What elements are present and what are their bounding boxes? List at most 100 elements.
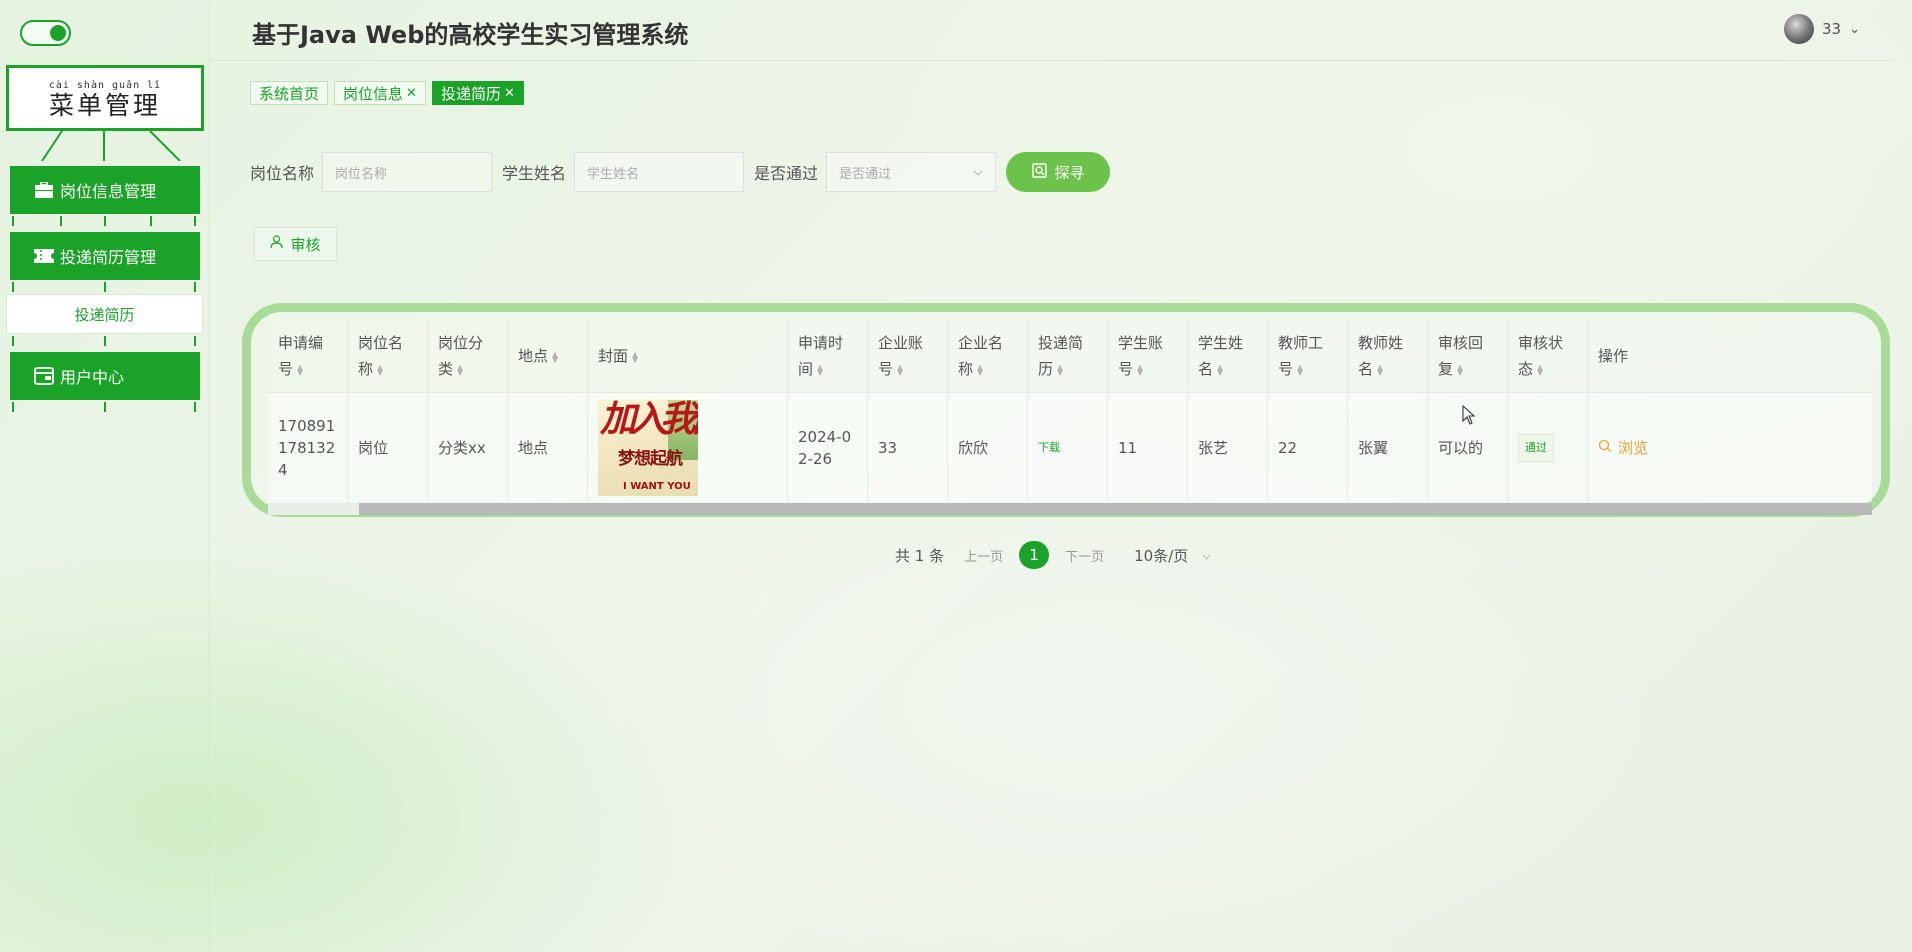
column-header[interactable]: 教师工号 ▲ ▼ [1268,320,1348,392]
menu-divider-ticks [10,402,200,414]
sidebar-item-user-center[interactable]: 用户中心 [10,352,200,400]
column-header[interactable]: 封面 ▲ ▼ [588,320,788,392]
view-button-label: 浏览 [1618,438,1649,457]
cover-image[interactable]: 加入我们 梦想起航 I WANT YOU [598,399,698,496]
close-icon[interactable]: ✕ [504,86,515,101]
column-header[interactable]: 岗位分类 ▲ ▼ [428,320,508,392]
cover-text-en: I WANT YOU [623,480,691,492]
sidebar-item-resume-management[interactable]: 投递简历管理 [10,232,200,280]
tab-job-info[interactable]: 岗位信息 ✕ [334,81,426,105]
sort-icon[interactable]: ▲ ▼ [1537,363,1543,376]
column-header[interactable]: 学生姓名 ▲ ▼ [1188,320,1268,392]
scrollbar-thumb[interactable] [359,503,1872,515]
audit-button[interactable]: 审核 [254,227,337,261]
sort-icon[interactable]: ▲ ▼ [632,350,638,363]
passed-select[interactable]: 是否通过 [826,152,997,192]
sort-icon[interactable]: ▲ ▼ [457,363,463,376]
next-page-button[interactable]: 下一页 [1065,546,1104,565]
sort-icon[interactable]: ▲ ▼ [552,350,558,363]
cell-place: 地点 [508,392,588,502]
column-header[interactable]: 岗位名称 ▲ ▼ [348,320,428,392]
sidebar-subitem-resume[interactable]: 投递简历 [6,294,203,334]
menu-divider-ticks [10,282,200,294]
ticket-icon [34,246,54,266]
column-header[interactable]: 审核状态 ▲ ▼ [1508,320,1588,392]
column-header[interactable]: 审核回复 ▲ ▼ [1428,320,1508,392]
horizontal-scrollbar[interactable] [268,503,1872,515]
page-number-current[interactable]: 1 [1019,541,1050,569]
prev-page-button[interactable]: 上一页 [964,546,1003,565]
job-name-input[interactable]: 岗位名称 [322,152,493,192]
column-header[interactable]: 企业账号 ▲ ▼ [868,320,948,392]
sort-icon[interactable]: ▲ ▼ [1217,363,1223,376]
header-text: 岗位名 [358,334,404,352]
header-text: 学生姓 [1198,334,1244,352]
sort-icon[interactable]: ▲ ▼ [1137,363,1143,376]
username: 33 [1822,20,1842,38]
header-text: 企业账 [878,334,924,352]
column-header[interactable]: 申请编号 ▲ ▼ [268,320,348,392]
sidebar: cài shàn guǎn lǐ 菜单管理 岗位信息管理 投递简历管理 投递简历… [0,0,210,952]
passed-label: 是否通过 [754,164,819,183]
student-name-input[interactable]: 学生姓名 [574,152,745,192]
header-text: 称 [958,360,974,378]
sidebar-collapse-toggle[interactable] [20,20,71,46]
header-text: 封面 [598,347,629,365]
data-table-container: 申请编号 ▲ ▼ 岗位名称 ▲ ▼ 岗位分类 ▲ ▼ 地点 ▲ ▼ 封面 ▲ ▼ 申请时间 ▲ ▼ 企业… [242,303,1890,517]
cell-actions: 浏览 [1588,392,1872,502]
header-text: 岗位分 [438,334,484,352]
menu-title: 菜单管理 [48,91,161,120]
view-button[interactable]: 浏览 [1598,437,1648,459]
status-badge: 通过 [1518,433,1554,462]
tab-label: 岗位信息 [343,84,404,103]
close-icon[interactable]: ✕ [406,86,417,101]
tab-resume[interactable]: 投递简历 ✕ [431,81,524,105]
page-size-value: 10条/页 [1134,546,1189,565]
sidebar-item-label: 用户中心 [60,368,125,387]
sort-icon[interactable]: ▲ ▼ [1057,363,1063,376]
column-header[interactable]: 申请时间 ▲ ▼ [788,320,868,392]
search-button[interactable]: 探寻 [1006,152,1111,192]
search-button-label: 探寻 [1054,163,1085,182]
menu-title-pinyin: cài shàn guǎn lǐ [48,80,162,91]
sort-icon[interactable]: ▲ ▼ [1457,363,1463,376]
user-icon [270,235,284,253]
header-text: 审核状 [1518,334,1564,352]
sort-icon[interactable]: ▲ ▼ [1297,363,1303,376]
user-menu[interactable]: 33 ⌄ [1784,14,1860,44]
mouse-cursor-icon [1462,404,1476,429]
sidebar-item-label: 岗位信息管理 [60,182,157,201]
page-size-select[interactable]: 10条/页 [1134,545,1211,566]
toggle-knob [50,25,66,41]
cell-text: 2024-0 [798,427,852,446]
column-header[interactable]: 学生账号 ▲ ▼ [1108,320,1188,392]
data-table: 申请编号 ▲ ▼ 岗位名称 ▲ ▼ 岗位分类 ▲ ▼ 地点 ▲ ▼ 封面 ▲ ▼ 申请时间 ▲ ▼ 企业… [268,320,1872,502]
cover-text-main: 加入我们 [600,399,698,440]
resume-download-link[interactable]: 下载 [1038,437,1060,459]
sort-icon[interactable]: ▲ ▼ [1377,363,1383,376]
column-header[interactable]: 企业名称 ▲ ▼ [948,320,1028,392]
sort-icon[interactable]: ▲ ▼ [377,363,383,376]
sort-icon[interactable]: ▲ ▼ [297,363,303,376]
header-text: 复 [1438,360,1454,378]
chevron-down-icon [1202,546,1211,564]
sort-icon[interactable]: ▲ ▼ [817,363,823,376]
header-text: 间 [798,360,814,378]
column-header[interactable]: 地点 ▲ ▼ [508,320,588,392]
tab-home[interactable]: 系统首页 [250,81,329,105]
sort-icon[interactable]: ▲ ▼ [977,363,983,376]
cell-status: 通过 [1508,392,1588,502]
table-row: 170891 178132 4 岗位 分类xx 地点 加入我们 梦想起航 I WAN… [268,392,1872,502]
cell-category: 分类xx [428,392,508,502]
search-icon [1598,437,1612,459]
column-header[interactable]: 教师姓名 ▲ ▼ [1348,320,1428,392]
header-text: 教师工 [1278,334,1324,352]
cell-company-name: 欣欣 [948,392,1028,502]
cell-text: 4 [278,460,288,479]
header-text: 名 [1198,360,1214,378]
cell-text: 178132 [278,438,336,457]
pagination-total: 共 1 条 [895,546,945,565]
column-header[interactable]: 投递简历 ▲ ▼ [1028,320,1108,392]
sidebar-item-job-management[interactable]: 岗位信息管理 [10,166,200,214]
sort-icon[interactable]: ▲ ▼ [897,363,903,376]
